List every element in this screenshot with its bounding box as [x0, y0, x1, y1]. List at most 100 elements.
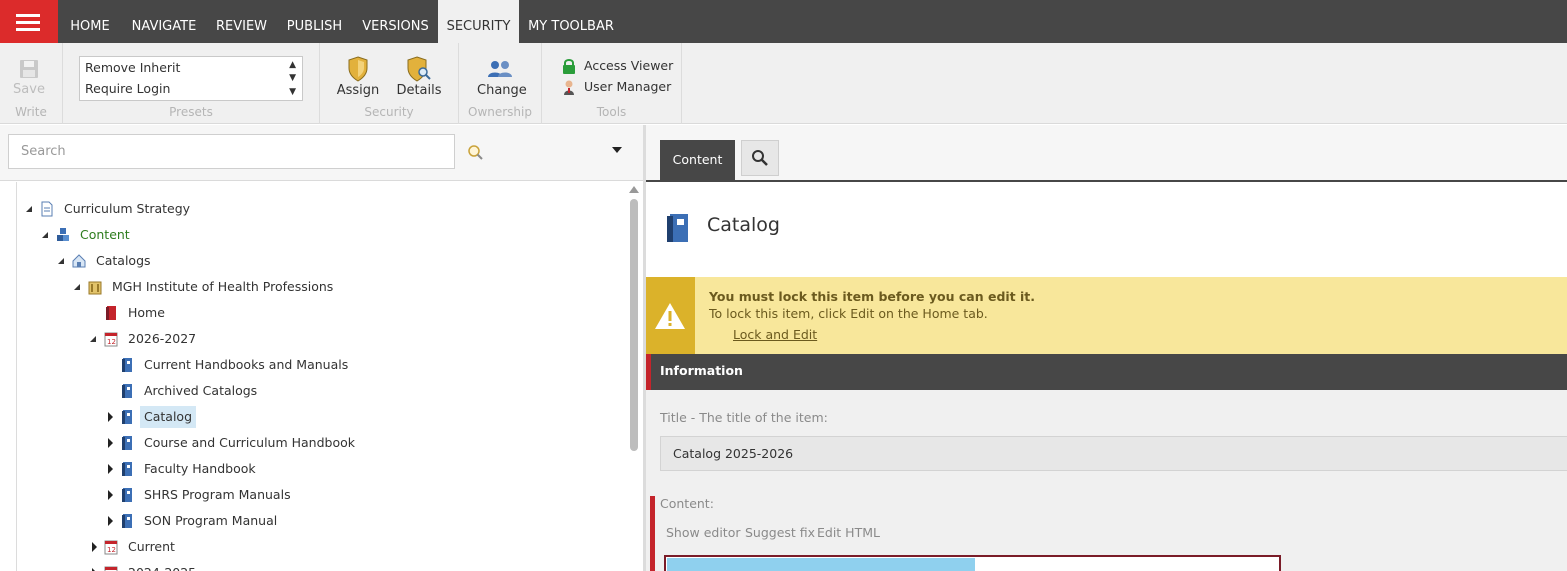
- warning-side: [646, 277, 695, 354]
- tab-navigate[interactable]: NAVIGATE: [121, 0, 207, 43]
- lock-and-edit-link[interactable]: Lock and Edit: [733, 327, 817, 342]
- ribbon: Save Write Presets Remove Inherit Requir…: [0, 43, 1567, 124]
- tab-content[interactable]: Content: [660, 140, 735, 182]
- save-button[interactable]: Save: [8, 55, 50, 105]
- suggest-fix-link[interactable]: Suggest fix: [745, 525, 815, 540]
- tree-node-label[interactable]: SON Program Manual: [140, 510, 281, 532]
- tree-node-course-curriculum-handbook[interactable]: Course and Curriculum Handbook: [104, 432, 359, 454]
- user-icon: [564, 80, 574, 95]
- tree-node-label[interactable]: SHRS Program Manuals: [140, 484, 295, 506]
- collapse-toggle-icon[interactable]: [56, 250, 68, 272]
- tab-my-toolbar[interactable]: MY TOOLBAR: [519, 0, 623, 43]
- change-owner-button[interactable]: Change: [477, 55, 527, 105]
- change-label: Change: [477, 83, 527, 98]
- tree-node-catalogs[interactable]: Catalogs: [56, 250, 155, 272]
- search-icon[interactable]: [467, 144, 485, 162]
- catalogs-home-icon: [72, 253, 86, 267]
- tree-node-label[interactable]: Course and Curriculum Handbook: [140, 432, 359, 454]
- tab-review[interactable]: REVIEW: [207, 0, 276, 43]
- tab-versions[interactable]: VERSIONS: [353, 0, 438, 43]
- tree-node-label[interactable]: Catalog: [140, 406, 197, 428]
- book-icon: [122, 383, 132, 398]
- tree-node-curriculum-strategy[interactable]: Curriculum Strategy: [24, 198, 194, 220]
- calendar-icon: [104, 566, 118, 571]
- tab-home[interactable]: HOME: [59, 0, 121, 43]
- preset-remove-inherit[interactable]: Remove Inherit: [85, 60, 180, 75]
- tree-scrollbar-thumb[interactable]: [630, 199, 638, 451]
- presets-list[interactable]: Remove Inherit Require Login ▲ ▼ ▼: [79, 56, 303, 101]
- content-cubes-icon: [57, 227, 69, 241]
- chevron-down-icon[interactable]: [612, 147, 622, 153]
- ribbon-group-security: Assign Details Security: [320, 43, 459, 124]
- tree-node-label[interactable]: Content: [76, 224, 134, 246]
- hamburger-menu-icon[interactable]: [0, 0, 58, 43]
- tree-node-label[interactable]: Current Handbooks and Manuals: [140, 354, 352, 376]
- show-editor-link[interactable]: Show editor: [666, 525, 741, 540]
- item-header: Catalog: [646, 184, 1567, 277]
- tab-search[interactable]: [741, 140, 779, 176]
- book-icon: [122, 461, 132, 476]
- home-book-icon: [106, 305, 116, 320]
- tree-node-2024-2025[interactable]: 2024-2025: [88, 562, 200, 571]
- assign-label: Assign: [336, 83, 380, 98]
- title-field[interactable]: Catalog 2025-2026: [660, 436, 1567, 471]
- tree-node-label[interactable]: Faculty Handbook: [140, 458, 260, 480]
- access-viewer-button[interactable]: Access Viewer: [562, 58, 673, 75]
- collapse-toggle-icon[interactable]: [88, 328, 100, 350]
- tree-node-2026-2027[interactable]: 12 2026-2027: [88, 328, 200, 350]
- expand-toggle-icon[interactable]: [88, 536, 100, 558]
- tree-node-label[interactable]: Archived Catalogs: [140, 380, 261, 402]
- expand-toggle-icon[interactable]: [104, 432, 116, 454]
- scroll-down-icon[interactable]: ▼: [289, 73, 296, 83]
- content-tree: Curriculum Strategy Content Catalogs MGH…: [0, 182, 626, 571]
- collapse-toggle-icon[interactable]: [72, 276, 84, 298]
- tree-node-shrs-program-manuals[interactable]: SHRS Program Manuals: [104, 484, 295, 506]
- scroll-up-icon[interactable]: ▲: [289, 60, 296, 70]
- user-manager-button[interactable]: User Manager: [562, 79, 671, 96]
- ribbon-group-write: Save Write: [0, 43, 63, 124]
- expand-toggle-icon[interactable]: [88, 562, 100, 571]
- tree-node-label[interactable]: Home: [124, 302, 169, 324]
- tree-node-archived-catalogs[interactable]: Archived Catalogs: [104, 380, 261, 402]
- tree-node-label[interactable]: 2026-2027: [124, 328, 200, 350]
- tree-node-catalog[interactable]: Catalog: [104, 406, 197, 428]
- tree-node-label[interactable]: Current: [124, 536, 179, 558]
- tree-node-label[interactable]: Catalogs: [92, 250, 155, 272]
- tree-node-faculty-handbook[interactable]: Faculty Handbook: [104, 458, 260, 480]
- expand-toggle-icon[interactable]: [104, 510, 116, 532]
- edit-html-link[interactable]: Edit HTML: [817, 525, 880, 540]
- expand-toggle-icon[interactable]: [104, 484, 116, 506]
- tree-node-current-handbooks[interactable]: Current Handbooks and Manuals: [104, 354, 352, 376]
- tree-node-home[interactable]: Home: [88, 302, 169, 324]
- tree-node-label[interactable]: Curriculum Strategy: [60, 198, 194, 220]
- expand-gallery-icon[interactable]: ▼: [289, 87, 296, 97]
- tree-search-bar: [0, 125, 643, 181]
- section-information[interactable]: Information: [646, 354, 1567, 390]
- tree-node-content[interactable]: Content: [40, 224, 134, 246]
- expand-toggle-icon[interactable]: [104, 406, 116, 428]
- tab-security[interactable]: SECURITY: [438, 0, 519, 43]
- tree-node-label[interactable]: MGH Institute of Health Professions: [108, 276, 337, 298]
- users-icon: [488, 61, 512, 77]
- scroll-up-arrow-icon[interactable]: [629, 186, 639, 193]
- collapse-toggle-icon[interactable]: [40, 224, 52, 246]
- user-manager-label: User Manager: [583, 79, 672, 94]
- tab-publish[interactable]: PUBLISH: [276, 0, 353, 43]
- tree-node-mgh-institute[interactable]: MGH Institute of Health Professions: [72, 276, 337, 298]
- svg-text:12: 12: [107, 338, 116, 346]
- ribbon-group-ownership: Change Ownership: [459, 43, 542, 124]
- search-input[interactable]: [8, 134, 455, 169]
- expand-toggle-icon[interactable]: [104, 458, 116, 480]
- save-icon: [20, 60, 38, 78]
- tree-node-current[interactable]: 12 Current: [88, 536, 179, 558]
- details-button[interactable]: Details: [396, 55, 442, 105]
- shield-magnifier-icon: [407, 56, 431, 82]
- preset-require-login[interactable]: Require Login: [85, 81, 170, 96]
- presets-group-label: Presets: [169, 105, 213, 119]
- collapse-toggle-icon[interactable]: [24, 198, 36, 220]
- rich-text-preview[interactable]: [664, 555, 1281, 571]
- tree-node-son-program-manual[interactable]: SON Program Manual: [104, 510, 281, 532]
- tree-node-label[interactable]: 2024-2025: [124, 562, 200, 571]
- tools-group-label: Tools: [596, 105, 627, 119]
- assign-button[interactable]: Assign: [336, 55, 380, 105]
